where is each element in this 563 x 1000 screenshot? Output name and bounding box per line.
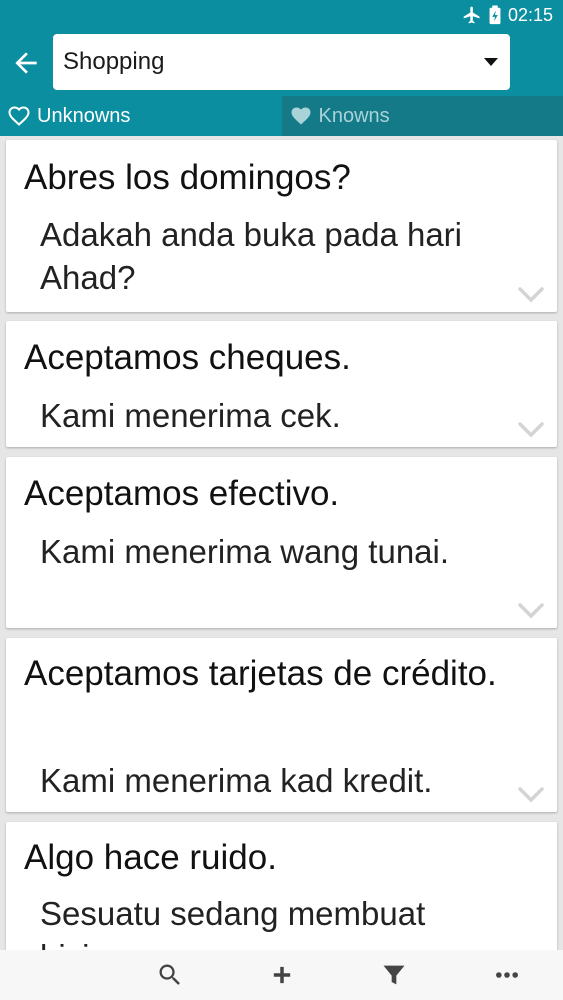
heart-outline-icon [8,106,30,126]
category-dropdown[interactable]: Shopping [53,34,510,90]
bottom-toolbar [0,950,563,1000]
search-button[interactable] [154,959,186,991]
filter-tabs: Unknowns Knowns [0,96,563,136]
translation-text: Sesuatu sedang membuat bising. [40,895,426,950]
search-icon [159,964,180,985]
filter-icon [383,965,405,985]
back-button[interactable] [8,45,44,81]
filter-button[interactable] [378,959,410,991]
phrase-text: Aceptamos efectivo. [24,474,340,513]
more-button[interactable] [491,959,523,991]
arrow-left-icon [15,52,37,74]
phrase-text: Aceptamos tarjetas de crédito. [24,654,497,693]
chevron-down-icon[interactable] [517,602,545,620]
chevron-down-icon[interactable] [517,786,545,804]
plus-icon [273,966,291,984]
phrase-list: Abres los domingos? Adakah anda buka pad… [0,136,563,950]
add-button[interactable] [266,959,298,991]
more-horizontal-icon [496,972,518,978]
phrase-card[interactable]: Aceptamos efectivo. Kami menerima wang t… [6,457,557,628]
translation-text: Kami menerima kad kredit. [40,762,433,799]
dropdown-caret-icon [484,58,498,66]
tab-knowns-label: Knowns [318,104,390,127]
airplane-icon [463,6,480,24]
app-bar: Shopping [0,30,563,96]
chevron-down-icon[interactable] [517,286,545,304]
translation-text: Kami menerima cek. [40,397,341,434]
chevron-down-icon[interactable] [517,421,545,439]
battery-charging-icon [489,5,501,25]
phrase-card[interactable]: Aceptamos tarjetas de crédito. Kami mene… [6,638,557,812]
phrase-card[interactable]: Algo hace ruido. Sesuatu sedang membuat … [6,822,557,950]
tab-unknowns-label: Unknowns [37,104,131,127]
phrase-card[interactable]: Aceptamos cheques. Kami menerima cek. [6,321,557,447]
translation-text: Adakah anda buka pada hari Ahad? [40,216,463,296]
status-bar: 02:15 [0,0,563,30]
tab-knowns[interactable]: Knowns [281,96,563,136]
translation-text: Kami menerima wang tunai. [40,533,450,570]
phrase-text: Abres los domingos? [24,158,351,197]
phrase-card[interactable]: Abres los domingos? Adakah anda buka pad… [6,140,557,312]
phrase-text: Aceptamos cheques. [24,338,351,377]
status-time: 02:15 [507,4,553,25]
heart-filled-icon [291,107,310,125]
category-selected-value: Shopping [63,48,165,75]
phrase-text: Algo hace ruido. [24,838,277,877]
tab-unknowns[interactable]: Unknowns [0,96,282,136]
